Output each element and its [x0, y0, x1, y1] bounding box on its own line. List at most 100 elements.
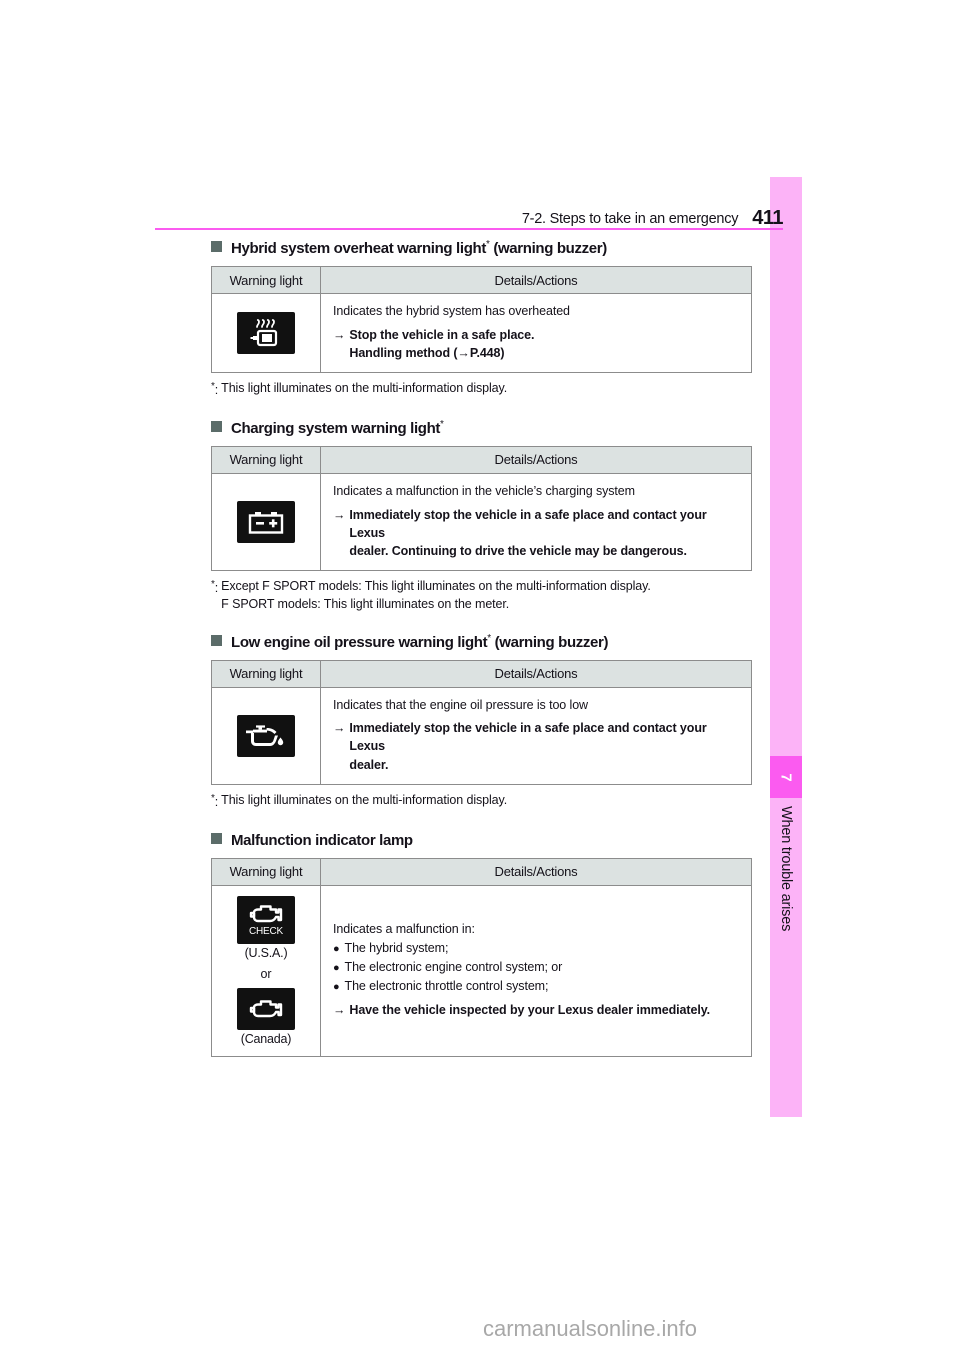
page-content: Hybrid system overheat warning light * (w… [211, 240, 752, 1064]
warning-light-icon-cell [211, 293, 321, 373]
footnote-marker-text: * [211, 792, 215, 804]
section-heading-charging-system: Charging system warning light* [211, 418, 751, 437]
section-title-suffix: (warning buzzer) [490, 633, 609, 651]
hybrid-overheat-warning-icon [237, 312, 295, 354]
table-row: CHECK (U.S.A.) or (Canada) Indicates a m… [211, 884, 752, 1057]
table-header-row: Warning light Details/Actions [211, 857, 752, 886]
section-title: Charging system warning light* [231, 418, 444, 437]
action-line-1: Have the vehicle inspected by your Lexus… [349, 1003, 710, 1018]
list-item: ● The electronic throttle control system… [333, 977, 741, 996]
check-engine-canada-icon [237, 987, 295, 1030]
list-item-label: The hybrid system; [344, 941, 449, 956]
action-text: → Stop the vehicle in a safe place. Hand… [333, 326, 741, 362]
section-title-suffix: (warning buzzer) [489, 240, 607, 257]
watermark: carmanualsonline.info [0, 1316, 960, 1342]
footnote-body: Except F SPORT models: This light illumi… [221, 578, 651, 614]
watermark-text: carmanualsonline.info [482, 1316, 698, 1341]
oil-pressure-warning-icon [237, 714, 295, 757]
warning-light-icon-cell: CHECK (U.S.A.) or (Canada) [211, 884, 321, 1057]
detail-text: Indicates that the engine oil pressure i… [333, 697, 588, 712]
action-body: Immediately stop the vehicle in a safe p… [349, 719, 741, 773]
chapter-number-text: 7 [777, 772, 795, 782]
arrow-icon: → [333, 721, 346, 736]
icon-caption-usa: (U.S.A.) [244, 945, 288, 960]
section-title: Malfunction indicator lamp [231, 832, 413, 849]
chapter-title-vertical: When trouble arises [770, 806, 802, 1026]
square-bullet-icon [211, 420, 222, 432]
column-header-warning-light: Warning light [211, 659, 321, 688]
details-actions-cell: Indicates the hybrid system has overheat… [320, 293, 752, 373]
warning-light-icon-cell [211, 686, 321, 785]
warning-light-table-low-oil-pressure: Warning light Details/Actions Indicates … [211, 659, 752, 785]
check-engine-badge-text: CHECK [248, 926, 283, 938]
table-header-row: Warning light Details/Actions [211, 659, 752, 688]
footnote-low-oil-pressure: *: This light illuminates on the multi-i… [211, 792, 751, 812]
footnote-body: This light illuminates on the multi-info… [221, 380, 507, 400]
list-item-label: The electronic engine control system; or [344, 960, 563, 975]
footnote-marker-text: * [211, 579, 215, 591]
square-bullet-icon [211, 832, 222, 844]
section-heading-hybrid-overheat: Hybrid system overheat warning light* (w… [211, 240, 751, 257]
footnote-line: This light illuminates on the multi-info… [221, 381, 508, 395]
list-item: ● The electronic engine control system; … [333, 958, 741, 977]
detail-text: Indicates the hybrid system has overheat… [333, 304, 570, 318]
warning-light-icon-cell [211, 472, 321, 572]
section-title-text: Hybrid system overheat warning light [231, 240, 486, 257]
action-line-1: Stop the vehicle in a safe place. [349, 327, 535, 342]
footnote-hybrid-overheat: *: This light illuminates on the multi-i… [211, 380, 751, 400]
footnote-marker-text: * [211, 381, 215, 392]
bullet-dot-icon: ● [333, 981, 340, 994]
bullet-dot-icon: ● [333, 943, 340, 956]
table-header-row: Warning light Details/Actions [211, 445, 752, 474]
column-header-details-actions: Details/Actions [320, 659, 752, 688]
footnote-marker: * [440, 418, 444, 430]
page-number: 411 [752, 207, 783, 229]
header-divider [155, 228, 783, 230]
action-line-2: dealer. Continuing to drive the vehicle … [349, 543, 687, 558]
check-engine-icon-group: CHECK (U.S.A.) or (Canada) [216, 895, 316, 1046]
warning-light-table-hybrid-overheat: Warning light Details/Actions Indicates … [211, 266, 752, 373]
section-heading-malfunction-indicator: Malfunction indicator lamp [211, 832, 751, 849]
action-line-2: dealer. [349, 757, 389, 772]
action-line-1: Immediately stop the vehicle in a safe p… [349, 507, 707, 540]
footnote-marker: *: [211, 381, 219, 398]
table-header-row: Warning light Details/Actions [211, 266, 752, 294]
section-title-text: Malfunction indicator lamp [231, 831, 413, 849]
arrow-icon: → [333, 1003, 346, 1018]
section-title: Low engine oil pressure warning light* (… [231, 633, 609, 651]
section-title-text: Low engine oil pressure warning light [231, 633, 488, 651]
column-header-warning-light: Warning light [211, 857, 321, 886]
warning-light-table-charging-system: Warning light Details/Actions Indicates … [211, 445, 752, 572]
column-header-details-actions: Details/Actions [320, 266, 752, 294]
detail-text: Indicates a malfunction in: [333, 921, 475, 936]
section-title-text: Charging system warning light [231, 419, 441, 437]
arrow-icon: → [333, 507, 346, 522]
malfunction-bullet-list: ● The hybrid system; ● The electronic en… [333, 939, 741, 996]
icon-separator-or: or [260, 966, 272, 981]
action-body: Immediately stop the vehicle in a safe p… [349, 506, 741, 560]
footnote-charging-system: *: Except F SPORT models: This light ill… [211, 578, 751, 614]
footnote-line: F SPORT models: This light illuminates o… [221, 596, 510, 611]
square-bullet-icon [211, 241, 222, 252]
action-line-1: Immediately stop the vehicle in a safe p… [349, 721, 707, 754]
column-header-warning-light: Warning light [211, 266, 321, 294]
check-engine-usa-icon: CHECK [237, 895, 295, 944]
list-item-label: The electronic throttle control system; [344, 979, 549, 994]
action-text: → Have the vehicle inspected by your Lex… [333, 1001, 741, 1019]
breadcrumb: 7-2. Steps to take in an emergency [521, 210, 739, 227]
arrow-icon: → [333, 327, 346, 342]
battery-charging-warning-icon [237, 500, 295, 543]
bullet-dot-icon: ● [333, 962, 340, 975]
square-bullet-icon [211, 634, 222, 646]
chapter-title-text: When trouble arises [778, 806, 794, 932]
section-title: Hybrid system overheat warning light* (w… [231, 240, 607, 258]
list-item: ● The hybrid system; [333, 939, 741, 958]
warning-light-table-malfunction-indicator: Warning light Details/Actions CHECK (U.S… [211, 857, 752, 1057]
section-heading-low-oil-pressure: Low engine oil pressure warning light* (… [211, 633, 751, 651]
manual-page: 7 When trouble arises 7-2. Steps to take… [0, 0, 960, 1358]
action-text: → Immediately stop the vehicle in a safe… [333, 506, 741, 560]
footnote-marker: *: [211, 792, 219, 809]
column-header-details-actions: Details/Actions [320, 857, 752, 886]
action-text: → Immediately stop the vehicle in a safe… [333, 719, 741, 773]
details-actions-cell: Indicates a malfunction in: ● The hybrid… [320, 884, 752, 1057]
